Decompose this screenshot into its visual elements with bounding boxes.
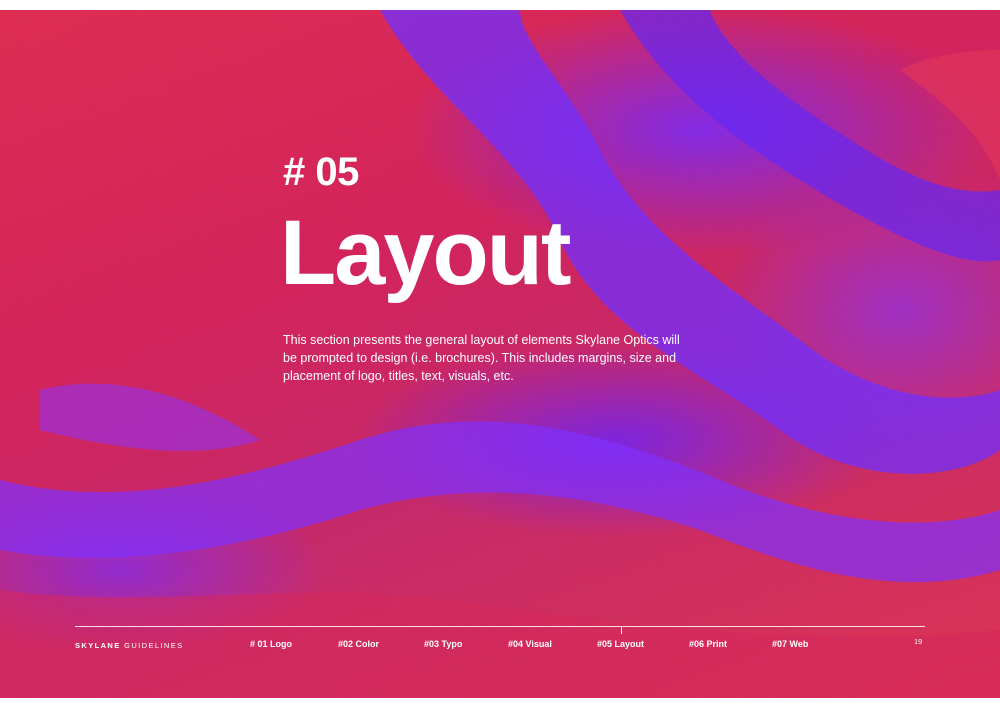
nav-link-visual[interactable]: #04 Visual (508, 639, 552, 649)
nav-link-logo[interactable]: # 01 Logo (250, 639, 292, 649)
nav-link-color[interactable]: #02 Color (338, 639, 379, 649)
nav-link-print[interactable]: #06 Print (689, 639, 727, 649)
section-title: Layout (280, 202, 572, 304)
nav-link-web[interactable]: #07 Web (772, 639, 808, 649)
current-section-marker (621, 626, 622, 634)
page-number: 19 (914, 637, 923, 646)
footer-divider (75, 626, 925, 627)
section-number: # 05 (283, 150, 359, 194)
brand-label: SKYLANE GUIDELINES (75, 641, 184, 650)
document-page: # 05 Layout This section presents the ge… (0, 0, 1000, 713)
nav-link-layout[interactable]: #05 Layout (597, 639, 644, 649)
nav-link-typo[interactable]: #03 Typo (424, 639, 462, 649)
brand-subtitle: GUIDELINES (120, 641, 184, 650)
brand-name: SKYLANE (75, 641, 121, 650)
section-description: This section presents the general layout… (283, 333, 680, 383)
